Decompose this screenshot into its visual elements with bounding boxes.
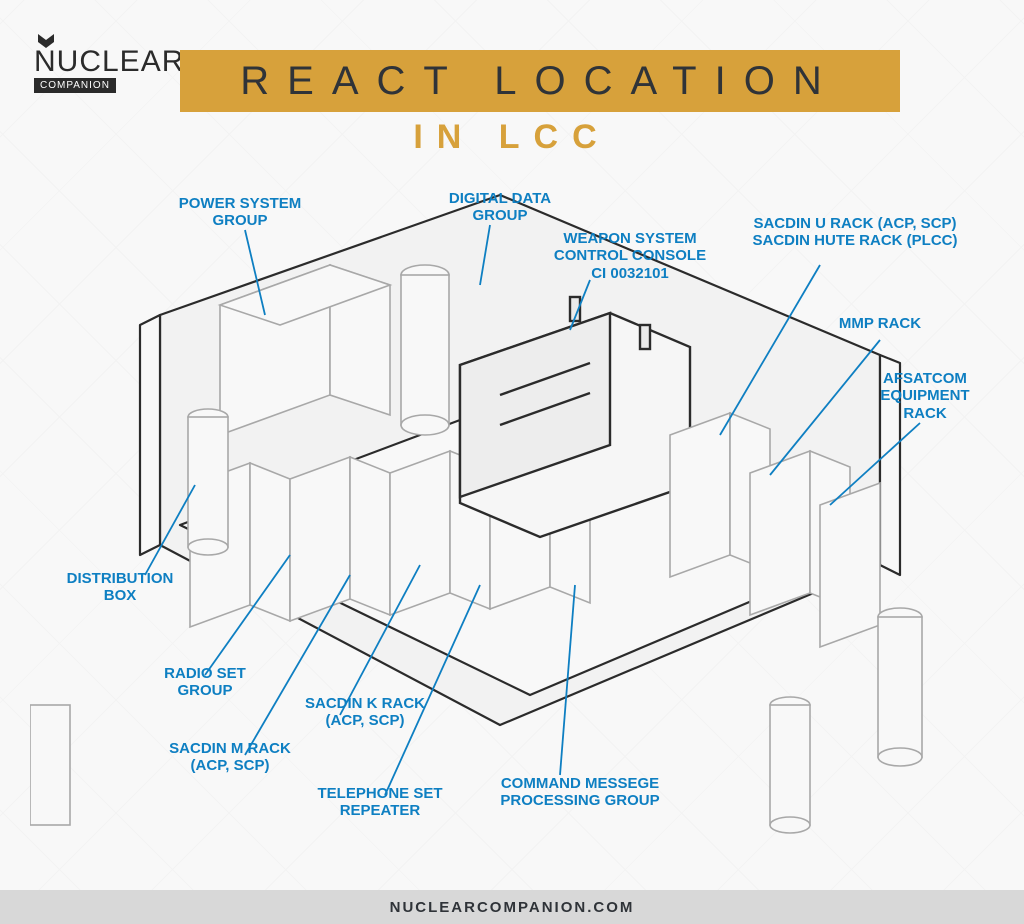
title-banner: REACT LOCATION	[180, 50, 900, 112]
label-distribution-box: DISTRIBUTIONBOX	[50, 570, 190, 605]
logo-subtitle: COMPANION	[34, 78, 116, 93]
footer-bar: NUCLEARCOMPANION.COM	[0, 890, 1024, 924]
label-sacdin-u-hute: SACDIN U RACK (ACP, SCP)SACDIN HUTE RACK…	[740, 215, 970, 250]
logo-title: NUCLEAR	[34, 48, 184, 75]
label-digital-data-group: DIGITAL DATAGROUP	[430, 190, 570, 225]
label-mmp-rack: MMP RACK	[820, 315, 940, 332]
label-power-system-group: POWER SYSTEMGROUP	[160, 195, 320, 230]
label-command-processing: COMMAND MESSEGEPROCESSING GROUP	[480, 775, 680, 810]
label-afsatcom: AFSATCOMEQUIPMENTRACK	[860, 370, 990, 422]
label-telephone-repeater: TELEPHONE SETREPEATER	[295, 785, 465, 820]
brand-logo: NUCLEAR COMPANION	[34, 34, 184, 93]
label-sacdin-k-rack: SACDIN K RACK(ACP, SCP)	[285, 695, 445, 730]
footer-text: NUCLEARCOMPANION.COM	[390, 899, 635, 916]
page-subtitle: IN LCC	[0, 118, 1024, 157]
label-sacdin-m-rack: SACDIN M RACK(ACP, SCP)	[140, 740, 320, 775]
label-weapon-console: WEAPON SYSTEMCONTROL CONSOLECI 0032101	[540, 230, 720, 282]
lcc-diagram: POWER SYSTEMGROUP DIGITAL DATAGROUP WEAP…	[30, 185, 994, 845]
page-title: REACT LOCATION	[240, 59, 839, 104]
label-radio-set-group: RADIO SETGROUP	[140, 665, 270, 700]
